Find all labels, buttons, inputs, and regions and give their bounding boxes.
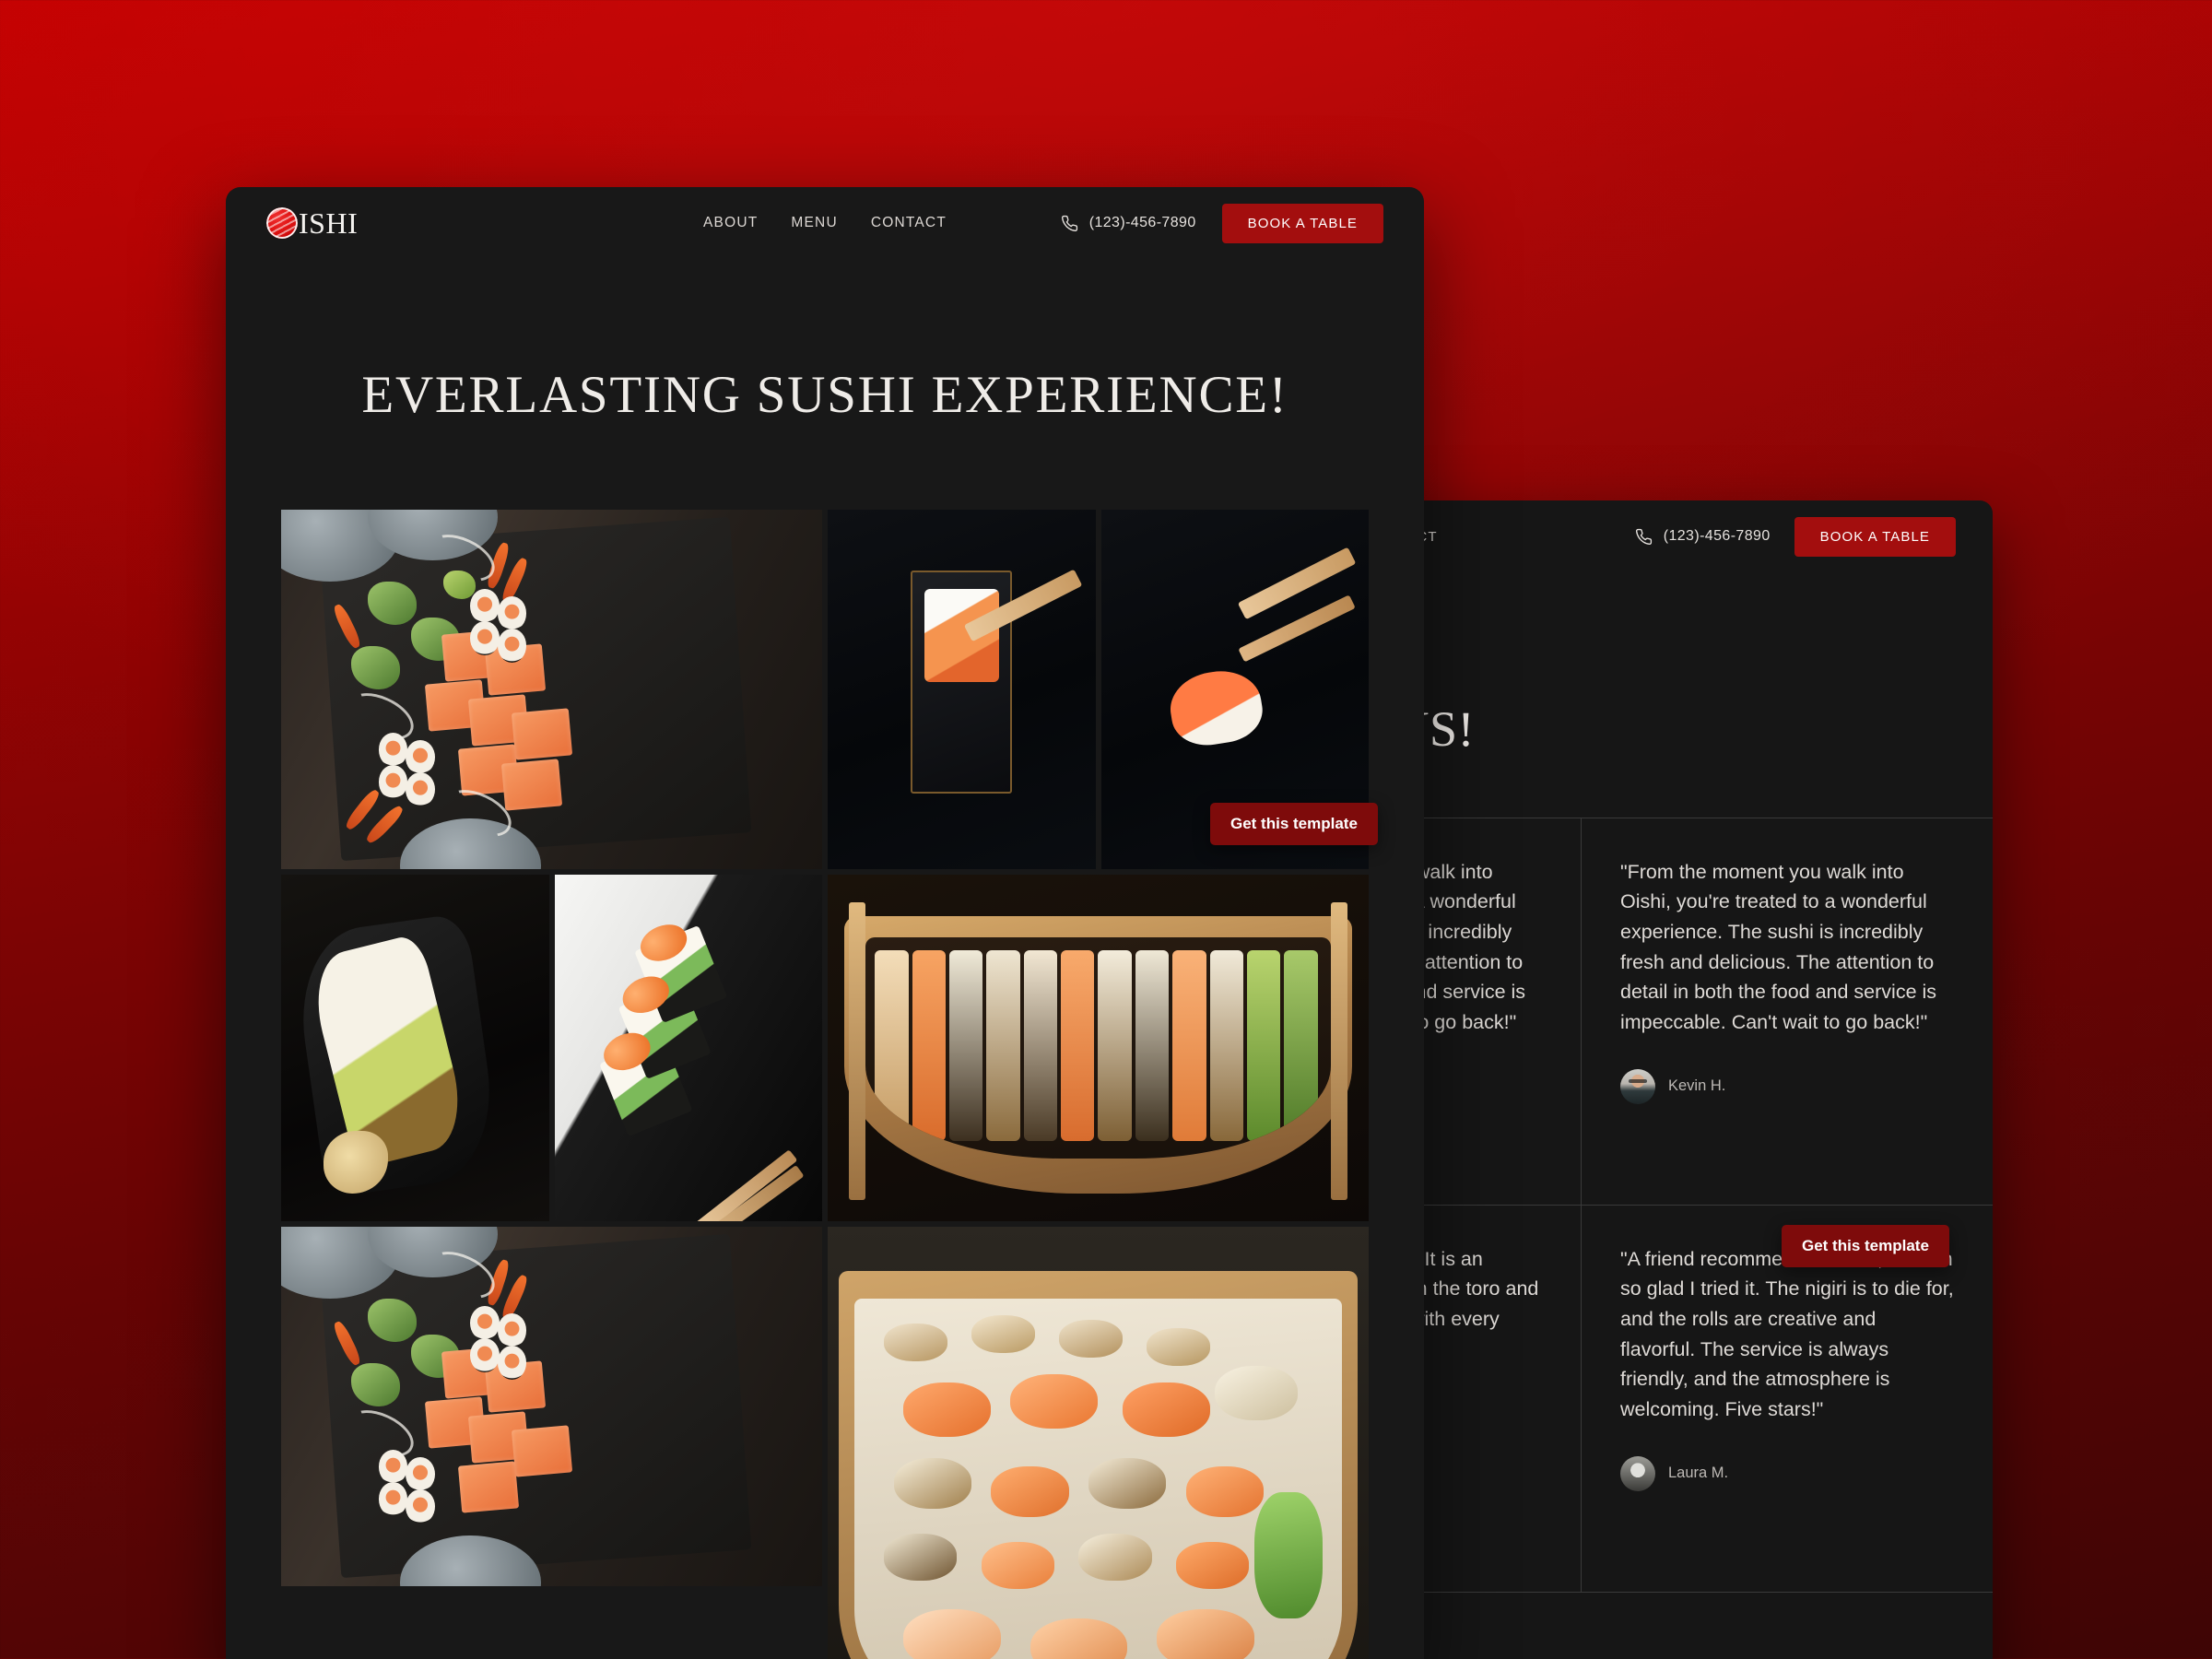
avatar <box>1620 1068 1655 1104</box>
phone-block[interactable]: (123)-456-7890 <box>1061 215 1196 232</box>
author-name: Kevin H. <box>1668 1077 1726 1095</box>
testimonials-section-title: OTHERS ABOUT US! <box>1327 641 1476 757</box>
gallery-image-sushi-platter-slate-overhead[interactable] <box>281 510 822 869</box>
testimonial-quote: "A friend recommended Oishi, and I'm so … <box>1620 1247 1954 1421</box>
sushi-gallery-grid <box>281 510 1369 1659</box>
testimonial-quote: "From the moment you walk into Oishi, yo… <box>1620 860 1937 1034</box>
testimonials-header: CONTACT (123)-456-7890 BOOK A TABLE <box>1327 500 1993 572</box>
page-title: EVERLASTING SUSHI EXPERIENCE! <box>361 366 1288 424</box>
site-header: ISHI ABOUT MENU CONTACT (123)-456-7890 B… <box>226 187 1424 259</box>
gallery-image-wooden-boat-assortment[interactable] <box>828 875 1369 1221</box>
book-a-table-button[interactable]: BOOK A TABLE <box>1221 203 1383 243</box>
nav-item-contact[interactable]: CONTACT <box>871 215 947 231</box>
testimonials-header-right: (123)-456-7890 BOOK A TABLE <box>1635 516 1956 557</box>
phone-block[interactable]: (123)-456-7890 <box>1635 528 1771 546</box>
testimonial-author: Laura M. <box>1620 1455 1954 1491</box>
gallery-image-sushi-feast-wooden-tray[interactable] <box>828 1227 1369 1659</box>
brand-logo[interactable]: ISHI <box>266 207 358 239</box>
book-a-table-button[interactable]: BOOK A TABLE <box>1794 516 1956 557</box>
gallery-image-roe-topped-rolls-white[interactable] <box>554 875 822 1221</box>
phone-icon <box>1635 528 1653 546</box>
nav-item-about[interactable]: ABOUT <box>703 215 758 231</box>
get-this-template-button[interactable]: Get this template <box>1782 1225 1949 1267</box>
testimonials-grid: "From the moment you walk into Oishi, yo… <box>1327 817 1993 1593</box>
gallery-image-roll-on-black-dish-chopsticks[interactable] <box>828 510 1096 869</box>
sushi-circle-logo-icon <box>266 207 298 239</box>
gallery-window: ISHI ABOUT MENU CONTACT (123)-456-7890 B… <box>226 187 1424 1659</box>
testimonial-author: Kevin H. <box>1620 1068 1954 1104</box>
main-nav: ABOUT MENU CONTACT <box>703 215 947 231</box>
phone-number: (123)-456-7890 <box>1088 215 1196 230</box>
author-name: Laura M. <box>1668 1465 1729 1482</box>
get-this-template-button[interactable]: Get this template <box>1210 803 1378 845</box>
gallery-image-sushi-platter-slate-overhead-2[interactable] <box>281 1227 822 1586</box>
testimonial-card: "From the moment you walk into Oishi, yo… <box>1582 818 1993 1206</box>
phone-number: (123)-456-7890 <box>1663 528 1771 544</box>
avatar <box>1620 1455 1655 1491</box>
gallery-image-dragon-roll-black-boat[interactable] <box>281 875 549 1221</box>
header-right: (123)-456-7890 BOOK A TABLE <box>1061 203 1383 243</box>
testimonials-window: CONTACT (123)-456-7890 BOOK A TABLE OTHE… <box>1327 500 1993 1659</box>
phone-icon <box>1061 215 1078 232</box>
brand-name: ISHI <box>299 206 359 240</box>
nav-item-menu[interactable]: MENU <box>791 215 837 231</box>
